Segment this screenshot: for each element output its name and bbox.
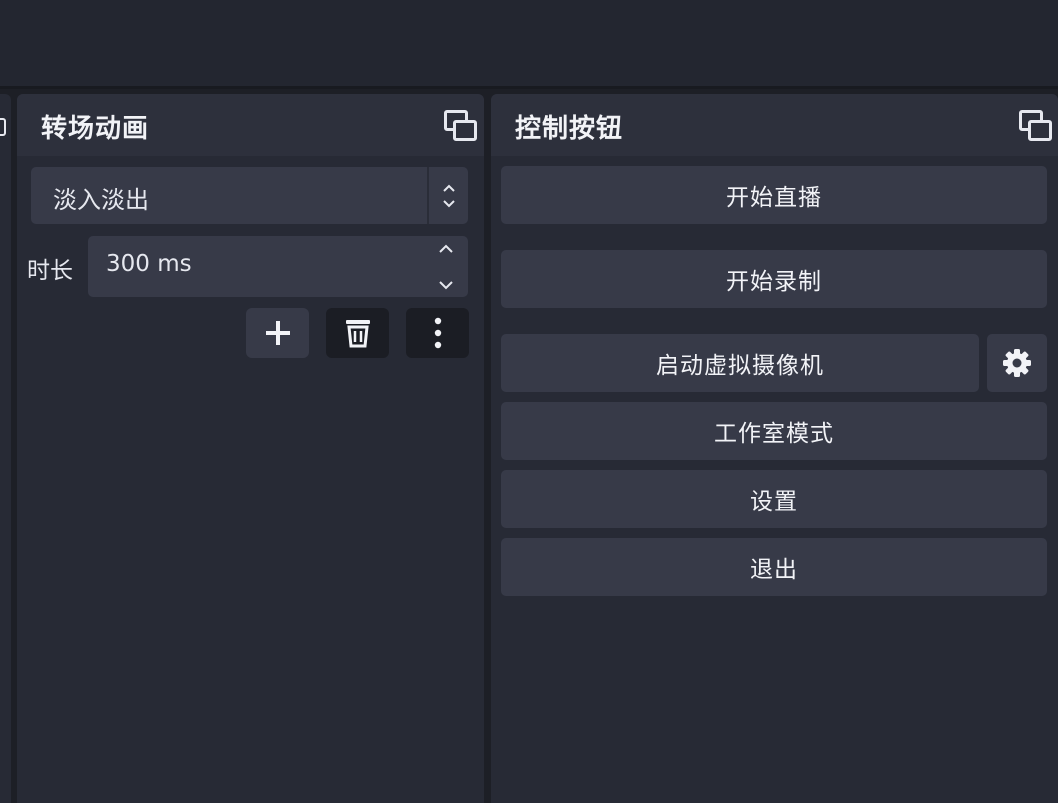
settings-button[interactable]: 设置 bbox=[501, 470, 1047, 528]
duration-label: 时长 bbox=[27, 258, 73, 284]
chevron-down-icon[interactable] bbox=[437, 278, 455, 292]
remove-transition-button[interactable] bbox=[326, 308, 389, 358]
chevron-up-icon[interactable] bbox=[437, 242, 455, 256]
plus-icon bbox=[265, 321, 290, 345]
chevron-up-down-icon[interactable] bbox=[429, 167, 468, 224]
more-vertical-icon bbox=[434, 317, 441, 349]
controls-dock: 控制按钮 开始直播 开始录制 启动虚拟摄像机 工作室模式 设置 退出 bbox=[491, 94, 1058, 803]
left-dock-edge bbox=[0, 94, 11, 803]
start-streaming-button[interactable]: 开始直播 bbox=[501, 166, 1047, 224]
exit-button[interactable]: 退出 bbox=[501, 538, 1047, 596]
studio-mode-button[interactable]: 工作室模式 bbox=[501, 402, 1047, 460]
transition-select[interactable]: 淡入淡出 bbox=[31, 167, 468, 224]
more-options-button[interactable] bbox=[406, 308, 469, 358]
spin-arrows bbox=[436, 242, 456, 292]
float-dock-icon[interactable] bbox=[442, 108, 477, 142]
add-transition-button[interactable] bbox=[246, 308, 309, 358]
top-area bbox=[0, 0, 1058, 89]
duration-value: 300 ms bbox=[106, 251, 192, 277]
duration-spinbox[interactable]: 300 ms bbox=[88, 236, 468, 297]
controls-dock-title: 控制按钮 bbox=[515, 114, 624, 144]
start-recording-button[interactable]: 开始录制 bbox=[501, 250, 1047, 308]
trash-icon bbox=[345, 320, 370, 348]
float-dock-icon[interactable] bbox=[1017, 108, 1052, 142]
transitions-dock-title: 转场动画 bbox=[41, 114, 150, 144]
gear-icon bbox=[1003, 349, 1031, 377]
controls-dock-header: 控制按钮 bbox=[491, 94, 1058, 156]
transition-select-value: 淡入淡出 bbox=[53, 186, 149, 214]
transitions-dock: 转场动画 淡入淡出 时长 300 ms bbox=[17, 94, 484, 803]
start-virtual-camera-button[interactable]: 启动虚拟摄像机 bbox=[501, 334, 979, 392]
virtual-camera-settings-button[interactable] bbox=[987, 334, 1047, 392]
float-dock-icon[interactable] bbox=[0, 118, 6, 136]
transitions-dock-header: 转场动画 bbox=[17, 94, 484, 156]
